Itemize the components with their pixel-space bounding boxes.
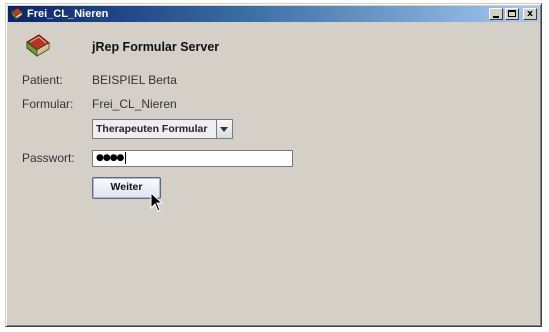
maximize-button[interactable] xyxy=(505,8,519,20)
window-title: Frei_CL_Nieren xyxy=(27,8,109,20)
password-field[interactable]: ●●●● xyxy=(92,150,293,167)
patient-value: BEISPIEL Berta xyxy=(92,73,177,87)
minimize-button[interactable] xyxy=(489,8,503,20)
form-type-select[interactable]: Therapeuten Formular xyxy=(92,119,233,139)
app-window: Frei_CL_Nieren x jRep Formular Server Pa… xyxy=(5,3,542,327)
title-bar[interactable]: Frei_CL_Nieren x xyxy=(8,6,539,22)
minimize-icon xyxy=(493,16,499,18)
formular-value: Frei_CL_Nieren xyxy=(92,97,177,111)
select-dropdown-button[interactable] xyxy=(216,120,232,138)
password-mask: ●●●● xyxy=(96,153,124,163)
app-heading: jRep Formular Server xyxy=(92,40,220,54)
form-type-select-value: Therapeuten Formular xyxy=(96,123,208,135)
patient-label: Patient: xyxy=(22,73,63,87)
book-logo-icon xyxy=(24,33,52,59)
close-icon: x xyxy=(527,9,533,19)
formular-label: Formular: xyxy=(22,97,74,111)
chevron-down-icon xyxy=(220,127,228,132)
text-caret xyxy=(125,151,127,164)
close-button[interactable]: x xyxy=(523,8,537,20)
app-book-icon xyxy=(10,7,24,21)
mouse-pointer-icon xyxy=(150,191,164,214)
password-label: Passwort: xyxy=(22,151,75,165)
form-panel: jRep Formular Server Patient: BEISPIEL B… xyxy=(8,22,539,324)
maximize-icon xyxy=(508,10,516,17)
